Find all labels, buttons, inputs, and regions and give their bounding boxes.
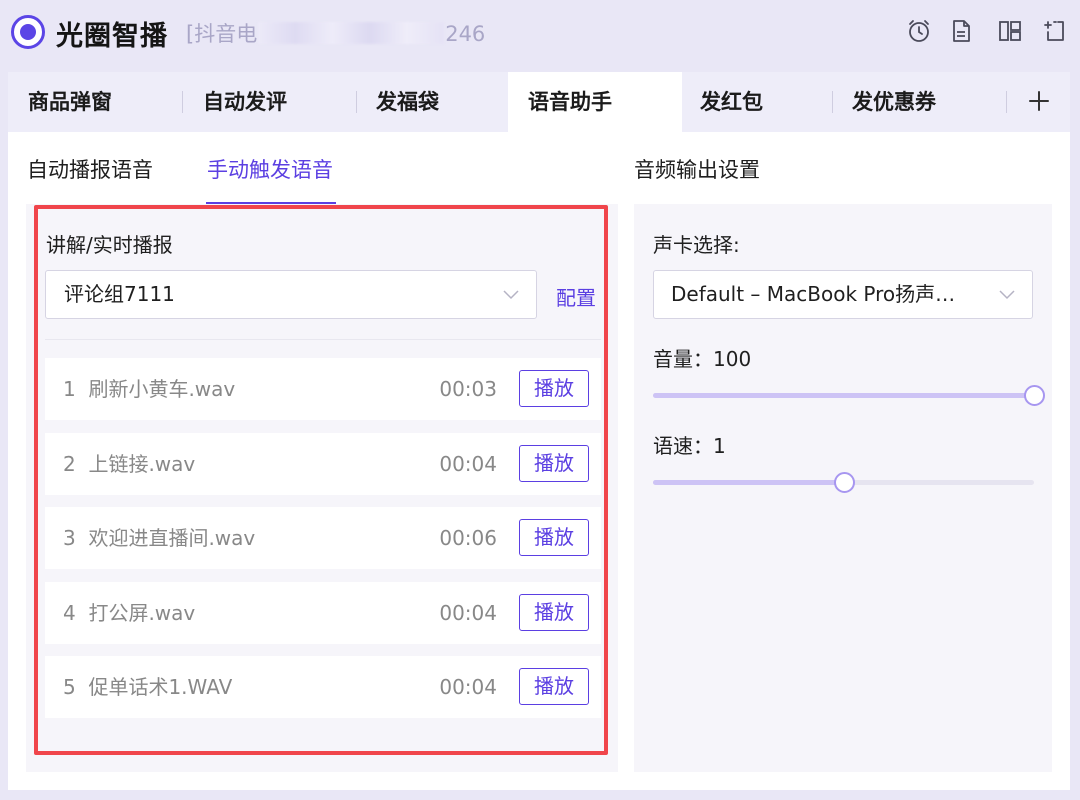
app-title: 光圈智播: [56, 21, 168, 52]
account-name: [抖音电 246: [186, 18, 485, 48]
export-icon[interactable]: [1040, 16, 1070, 46]
volume-slider-fill: [653, 393, 1034, 398]
alarm-clock-icon[interactable]: [904, 16, 934, 46]
tab-divider: [1006, 91, 1007, 113]
title-bar: 光圈智播 [抖音电 246: [0, 0, 1080, 64]
tab-coupon[interactable]: 发优惠券: [832, 72, 1006, 132]
document-icon[interactable]: [946, 16, 976, 46]
account-suffix: 246: [445, 22, 486, 46]
subtab-manual-voice[interactable]: 手动触发语音: [207, 142, 333, 198]
tab-bar: 商品弹窗 自动发评 发福袋 语音助手 发红包 发优惠券: [8, 72, 1070, 132]
app-logo-icon: [11, 15, 45, 49]
sound-card-value: Default – MacBook Pro扬声…: [671, 282, 956, 306]
account-prefix: [抖音电: [186, 22, 258, 46]
subtab-auto-voice[interactable]: 自动播报语音: [27, 142, 153, 198]
redacted-account: [258, 22, 445, 44]
sound-card-select[interactable]: Default – MacBook Pro扬声…: [653, 270, 1033, 319]
tab-lucky-bag[interactable]: 发福袋: [356, 72, 508, 132]
highlight-box: [34, 205, 608, 755]
speed-slider-handle[interactable]: [833, 472, 855, 493]
audio-output-heading: 音频输出设置: [634, 158, 760, 182]
speed-slider[interactable]: [653, 472, 1034, 493]
add-tab-icon[interactable]: [1024, 86, 1054, 116]
tab-product-popup[interactable]: 商品弹窗: [8, 72, 182, 132]
chevron-down-icon: [996, 283, 1018, 305]
volume-slider[interactable]: [653, 385, 1045, 406]
tab-voice-assistant[interactable]: 语音助手: [508, 72, 682, 132]
tab-auto-comment[interactable]: 自动发评: [182, 72, 356, 132]
tab-red-packet[interactable]: 发红包: [682, 72, 832, 132]
volume-label: 音量：100: [653, 347, 752, 371]
sound-card-label: 声卡选择:: [653, 233, 740, 257]
speed-slider-fill: [653, 480, 844, 485]
speed-label: 语速：1: [653, 434, 726, 458]
layout-icon[interactable]: [995, 16, 1025, 46]
volume-slider-handle[interactable]: [1024, 385, 1045, 406]
